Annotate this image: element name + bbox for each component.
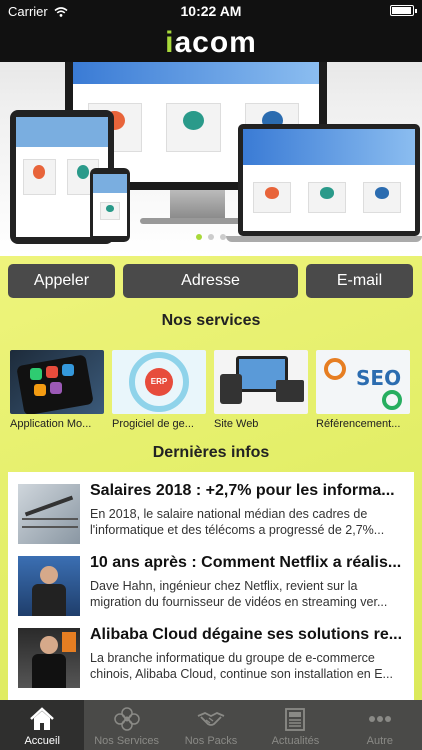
acom-logo: iacom bbox=[165, 26, 257, 59]
tab-label: Nos Packs bbox=[184, 735, 238, 747]
flower-icon bbox=[113, 707, 140, 731]
smartphone-image bbox=[90, 168, 130, 242]
service-item-website[interactable]: Site Web bbox=[214, 350, 308, 434]
email-button[interactable]: E-mail bbox=[306, 264, 413, 298]
news-thumbnail-netflix bbox=[18, 556, 80, 616]
tab-nos-services[interactable]: Nos Services bbox=[84, 700, 168, 750]
tab-nos-packs[interactable]: Nos Packs bbox=[169, 700, 253, 750]
more-icon bbox=[368, 716, 391, 722]
handshake-icon bbox=[197, 712, 225, 726]
news-title: Alibaba Cloud dégaine ses solutions re..… bbox=[90, 626, 403, 643]
news-item[interactable]: 10 ans après : Comment Netflix a réalis.… bbox=[8, 554, 414, 624]
battery-icon bbox=[390, 5, 417, 16]
tab-label: Accueil bbox=[24, 735, 60, 747]
erp-image: ERP bbox=[112, 350, 206, 414]
news-thumbnail-alibaba bbox=[18, 628, 80, 688]
tab-actualites[interactable]: Actualités bbox=[253, 700, 337, 750]
clock: 10:22 AM bbox=[180, 3, 242, 19]
tab-bar: Accueil Nos Services Nos Packs Actualité… bbox=[0, 700, 422, 750]
news-item[interactable]: Salaires 2018 : +2,7% pour les informa..… bbox=[8, 482, 414, 552]
status-bar: Carrier 10:22 AM bbox=[0, 0, 422, 22]
carousel-dot[interactable] bbox=[208, 234, 214, 240]
service-item-seo[interactable]: SEO Référencement... bbox=[316, 350, 410, 434]
news-title: Salaires 2018 : +2,7% pour les informa..… bbox=[90, 482, 395, 499]
call-button[interactable]: Appeler bbox=[8, 264, 115, 298]
carousel-dot[interactable] bbox=[220, 234, 226, 240]
service-item-mobile-app[interactable]: Application Mo... bbox=[10, 350, 104, 434]
tab-label: Actualités bbox=[271, 735, 320, 747]
tab-label: Autre bbox=[366, 735, 393, 747]
monitor-stand bbox=[170, 190, 225, 220]
contact-actions: Appeler Adresse E-mail bbox=[8, 264, 414, 298]
seo-image: SEO bbox=[316, 350, 410, 414]
main-content: Appeler Adresse E-mail Nos services Appl… bbox=[0, 256, 422, 700]
service-label: Application Mo... bbox=[10, 418, 92, 430]
website-image bbox=[214, 350, 308, 414]
services-carousel[interactable]: Application Mo... ERP Progiciel de ge...… bbox=[0, 350, 422, 434]
service-label: Site Web bbox=[214, 418, 259, 430]
services-heading: Nos services bbox=[161, 312, 261, 329]
service-label: Référencement... bbox=[316, 418, 401, 430]
news-description: En 2018, le salaire national médian des … bbox=[90, 507, 385, 537]
mobile-app-image bbox=[10, 350, 104, 414]
home-icon bbox=[30, 707, 55, 730]
news-heading: Dernières infos bbox=[152, 444, 270, 461]
news-list: Salaires 2018 : +2,7% pour les informa..… bbox=[8, 472, 414, 700]
newspaper-icon bbox=[285, 708, 306, 731]
news-item[interactable]: Alibaba Cloud dégaine ses solutions re..… bbox=[8, 626, 414, 696]
service-label: Progiciel de ge... bbox=[112, 418, 194, 430]
address-button[interactable]: Adresse bbox=[123, 264, 298, 298]
tab-autre[interactable]: Autre bbox=[338, 700, 422, 750]
tab-label: Nos Services bbox=[94, 735, 159, 747]
laptop-image bbox=[238, 124, 420, 236]
news-description: Dave Hahn, ingénieur chez Netflix, revie… bbox=[90, 579, 388, 609]
tab-accueil[interactable]: Accueil bbox=[0, 700, 85, 750]
hero-banner[interactable]: iacom bbox=[0, 0, 422, 256]
carousel-dots[interactable] bbox=[0, 234, 422, 240]
news-title: 10 ans après : Comment Netflix a réalis.… bbox=[90, 554, 402, 571]
news-thumbnail-salaries bbox=[18, 484, 80, 544]
carousel-dot[interactable] bbox=[196, 234, 202, 240]
service-item-erp[interactable]: ERP Progiciel de ge... bbox=[112, 350, 206, 434]
news-description: La branche informatique du groupe de e-c… bbox=[90, 651, 393, 681]
